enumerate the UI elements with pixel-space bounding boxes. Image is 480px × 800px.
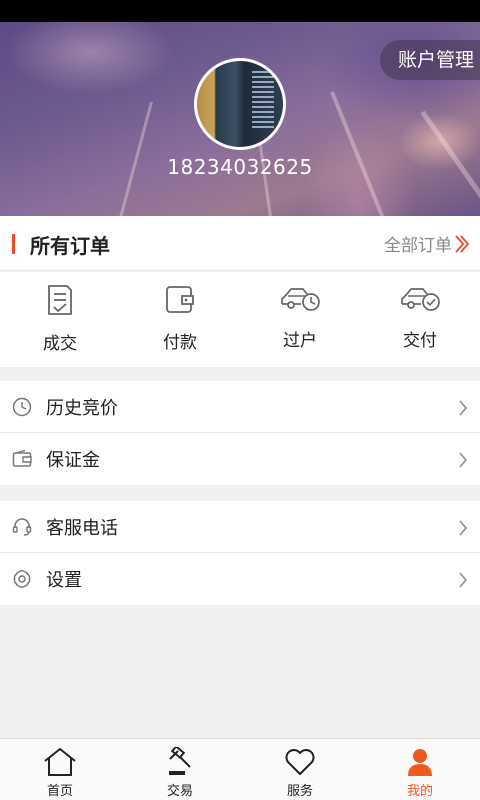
phone-number: 18234032625 [167, 155, 313, 179]
menu-item-label: 设置 [46, 570, 82, 591]
profile-header: 账户管理 18234032625 [0, 22, 480, 216]
tab-label: 交易 [166, 784, 193, 799]
wallet-icon [12, 449, 32, 467]
menu-item-deposit[interactable]: 保证金 [0, 433, 480, 485]
status-bar [0, 0, 480, 22]
all-orders-link[interactable]: 全部订单 [384, 231, 452, 256]
gavel-icon [169, 747, 191, 775]
chevron-right-icon [459, 400, 468, 416]
clock-icon [12, 397, 32, 417]
order-deal-label: 成交 [43, 334, 77, 354]
order-deal[interactable]: 成交 [0, 272, 120, 367]
car-clock-icon [281, 288, 320, 311]
car-check-icon [401, 288, 440, 311]
account-management-button[interactable]: 账户管理 [379, 40, 480, 80]
menu-group-history: 历史竞价 保证金 [0, 381, 480, 485]
headset-icon [12, 518, 32, 536]
chevron-right-icon [459, 520, 468, 536]
bottom-tab-bar: 首页 交易 服务 我的 [0, 738, 480, 800]
orders-section-header: 所有订单 全部订单 [0, 216, 480, 271]
person-icon [408, 749, 432, 776]
deal-document-icon [48, 285, 72, 315]
order-delivery-label: 交付 [403, 331, 437, 351]
tab-label: 首页 [46, 784, 73, 799]
orders-title: 所有订单 [30, 234, 110, 258]
light-streak [330, 91, 387, 216]
order-transfer-label: 过户 [283, 331, 317, 351]
menu-item-label: 保证金 [46, 450, 100, 471]
order-transfer[interactable]: 过户 [240, 272, 360, 367]
home-icon [44, 748, 76, 776]
tab-service[interactable]: 服务 [240, 739, 360, 800]
heart-icon [285, 749, 315, 775]
chevron-right-icon [459, 452, 468, 468]
menu-group-support: 客服电话 设置 [0, 501, 480, 605]
order-payment[interactable]: 付款 [120, 272, 240, 367]
order-payment-label: 付款 [163, 333, 197, 353]
menu-item-label: 客服电话 [46, 518, 118, 539]
tab-label: 我的 [406, 784, 433, 799]
order-status-row: 成交 付款 过户 交付 [0, 272, 480, 367]
gear-icon [13, 569, 31, 589]
wallet-icon [166, 286, 194, 313]
chevron-right-icon [459, 572, 468, 588]
avatar[interactable] [194, 58, 286, 150]
tab-trade[interactable]: 交易 [120, 739, 240, 800]
double-chevron-right-icon[interactable] [454, 234, 470, 254]
menu-item-settings[interactable]: 设置 [0, 553, 480, 605]
menu-item-bid-history[interactable]: 历史竞价 [0, 381, 480, 433]
menu-item-customer-service[interactable]: 客服电话 [0, 501, 480, 553]
tab-home[interactable]: 首页 [0, 739, 120, 800]
tab-label: 服务 [286, 784, 313, 799]
order-delivery[interactable]: 交付 [360, 272, 480, 367]
section-accent-bar [12, 234, 15, 254]
menu-item-label: 历史竞价 [46, 398, 118, 419]
avatar-image-detail [252, 71, 274, 131]
tab-mine[interactable]: 我的 [360, 739, 480, 800]
